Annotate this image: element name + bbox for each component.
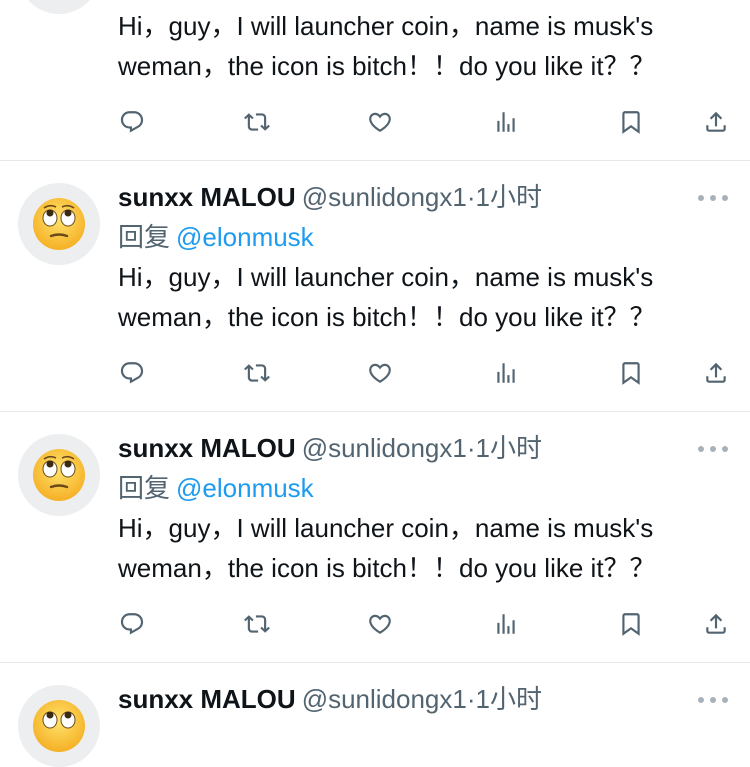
reply-button[interactable] — [112, 102, 152, 142]
like-icon — [369, 112, 391, 132]
face-with-rolling-eyes-icon — [33, 198, 85, 250]
reply-button[interactable] — [112, 353, 152, 393]
more-button[interactable] — [696, 442, 730, 454]
reply-icon — [120, 111, 144, 133]
face-with-rolling-eyes-icon — [33, 700, 85, 752]
retweet-button[interactable] — [237, 604, 277, 644]
tweet-item[interactable]: sunxx MALOU @sunlidongx1·1小时 回复 @elonmusk … — [0, 412, 750, 663]
like-icon — [369, 614, 391, 634]
bookmark-icon — [622, 111, 640, 134]
more-horizontal-icon — [698, 446, 728, 452]
tweet-text: Hi，guy，I will launcher coin，name is musk… — [118, 262, 661, 332]
views-icon — [497, 112, 515, 132]
share-button[interactable] — [696, 353, 736, 393]
tweet-header: sunxx MALOU @sunlidongx1·1小时 — [118, 179, 542, 215]
views-button[interactable] — [486, 102, 526, 142]
retweet-button[interactable] — [237, 102, 277, 142]
views-icon — [497, 614, 515, 634]
more-horizontal-icon — [698, 697, 728, 703]
tweet-text: Hi，guy，I will launcher coin，name is musk… — [118, 11, 661, 81]
tweet-actions — [0, 353, 750, 393]
tweet-actions — [0, 102, 750, 142]
timestamp[interactable]: 1小时 — [476, 684, 542, 714]
reply-button[interactable] — [112, 604, 152, 644]
retweet-icon — [244, 615, 270, 633]
separator-dot: · — [466, 433, 476, 463]
bookmark-button[interactable] — [611, 102, 651, 142]
more-button[interactable] — [696, 693, 730, 705]
bookmark-icon — [622, 362, 640, 385]
avatar[interactable] — [18, 685, 100, 767]
reply-icon — [120, 362, 144, 384]
share-button[interactable] — [696, 604, 736, 644]
like-button[interactable] — [360, 604, 400, 644]
timestamp[interactable]: 1小时 — [476, 433, 542, 463]
tweet-header: sunxx MALOU @sunlidongx1·1小时 — [118, 430, 542, 466]
replying-to: 回复 @elonmusk — [118, 219, 314, 255]
avatar[interactable] — [18, 0, 100, 14]
reply-icon — [120, 613, 144, 635]
retweet-icon — [244, 364, 270, 382]
avatar[interactable] — [18, 434, 100, 516]
replying-to: 回复 @elonmusk — [118, 470, 314, 506]
reply-mention-link[interactable]: @elonmusk — [176, 222, 314, 252]
display-name[interactable]: sunxx MALOU — [118, 433, 296, 463]
display-name[interactable]: sunxx MALOU — [118, 684, 296, 714]
like-icon — [369, 363, 391, 383]
like-button[interactable] — [360, 353, 400, 393]
bookmark-button[interactable] — [611, 353, 651, 393]
views-button[interactable] — [486, 353, 526, 393]
tweet-header: sunxx MALOU @sunlidongx1·1小时 — [118, 681, 542, 717]
tweet-item[interactable]: Hi，guy，I will launcher coin，name is musk… — [0, 0, 750, 161]
share-icon — [706, 111, 726, 132]
reply-prefix: 回复 — [118, 473, 171, 503]
tweet-item[interactable]: sunxx MALOU @sunlidongx1·1小时 — [0, 663, 750, 767]
display-name[interactable]: sunxx MALOU — [118, 182, 296, 212]
share-button[interactable] — [696, 102, 736, 142]
reply-prefix: 回复 — [118, 222, 171, 252]
bookmark-icon — [622, 613, 640, 636]
avatar[interactable] — [18, 183, 100, 265]
reply-mention-link[interactable]: @elonmusk — [176, 473, 314, 503]
retweet-icon — [244, 113, 270, 131]
bookmark-button[interactable] — [611, 604, 651, 644]
share-icon — [706, 362, 726, 383]
user-handle[interactable]: @sunlidongx1 — [302, 182, 467, 212]
tweet-text: Hi，guy，I will launcher coin，name is musk… — [118, 513, 661, 583]
user-handle[interactable]: @sunlidongx1 — [302, 433, 467, 463]
face-with-rolling-eyes-icon — [33, 449, 85, 501]
like-button[interactable] — [360, 102, 400, 142]
separator-dot: · — [466, 684, 476, 714]
share-icon — [706, 613, 726, 634]
views-icon — [497, 363, 515, 383]
separator-dot: · — [466, 182, 476, 212]
user-handle[interactable]: @sunlidongx1 — [302, 684, 467, 714]
views-button[interactable] — [486, 604, 526, 644]
retweet-button[interactable] — [237, 353, 277, 393]
more-horizontal-icon — [698, 195, 728, 201]
tweet-actions — [0, 604, 750, 644]
more-button[interactable] — [696, 191, 730, 203]
tweet-item[interactable]: sunxx MALOU @sunlidongx1·1小时 回复 @elonmusk … — [0, 161, 750, 412]
timestamp[interactable]: 1小时 — [476, 182, 542, 212]
